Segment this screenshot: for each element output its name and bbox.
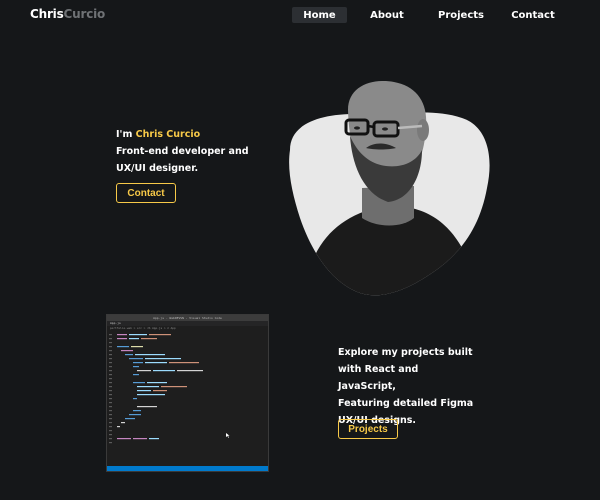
top-nav: ChrisCurcio Home About Projects Contact bbox=[0, 0, 600, 30]
code-editor-screenshot: App.js - WebDEVSN - Visual Studio Code A… bbox=[106, 314, 269, 472]
nav-about[interactable]: About bbox=[366, 7, 408, 23]
contact-button[interactable]: Contact bbox=[116, 183, 176, 203]
projects-line-2: with React and JavaScript, bbox=[338, 364, 419, 392]
nav-home[interactable]: Home bbox=[292, 7, 347, 23]
projects-button[interactable]: Projects bbox=[338, 419, 398, 439]
projects-line-1: Explore my projects built bbox=[338, 347, 473, 358]
logo[interactable]: ChrisCurcio bbox=[30, 7, 105, 21]
nav-contact[interactable]: Contact bbox=[510, 7, 556, 23]
hero-intro-prefix: I'm bbox=[116, 129, 136, 140]
hero-name: Chris Curcio bbox=[135, 129, 201, 140]
projects-line-3: Featuring detailed Figma bbox=[338, 398, 474, 409]
code-lines bbox=[109, 334, 230, 444]
editor-breadcrumb: portfolio-web > src > JS App.js > ⊘ App bbox=[107, 326, 268, 330]
editor-status-bar bbox=[107, 466, 268, 471]
logo-first: Chris bbox=[30, 7, 64, 21]
nav-projects[interactable]: Projects bbox=[436, 7, 486, 23]
hero-intro: I'm Chris Curcio Front-end developer and… bbox=[116, 126, 276, 177]
hero-line-1: I'm Chris Curcio bbox=[116, 126, 276, 143]
logo-last: Curcio bbox=[63, 7, 106, 21]
portrait-image bbox=[289, 81, 490, 296]
projects-intro: Explore my projects built with React and… bbox=[338, 344, 478, 429]
hero-line-3: UX/UI designer. bbox=[116, 163, 199, 174]
hero-line-2: Front-end developer and bbox=[116, 146, 249, 157]
